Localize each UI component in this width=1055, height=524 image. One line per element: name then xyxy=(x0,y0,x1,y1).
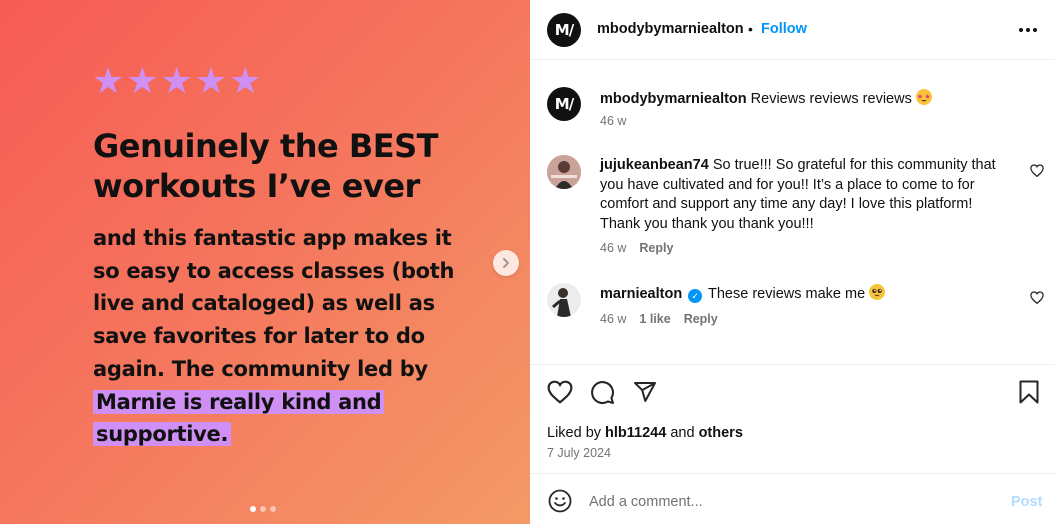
timestamp[interactable]: 46 w xyxy=(600,312,626,326)
caption-text: mbodybymarniealton Reviews reviews revie… xyxy=(600,89,1010,110)
comment-input[interactable]: Add a comment... xyxy=(589,494,703,510)
comment-text: jujukeanbean74 So true!!! So grateful fo… xyxy=(600,156,1010,234)
like-comment-heart-icon[interactable] xyxy=(1030,164,1044,177)
headline-line: Genuinely the BEST xyxy=(93,127,439,165)
star-icon: ★ xyxy=(160,61,193,102)
star-icon: ★ xyxy=(92,61,125,102)
follow-button[interactable]: Follow xyxy=(761,21,807,37)
review-highlight-line: Marnie is really kind and xyxy=(93,386,493,419)
author-username[interactable]: mbodybymarniealton xyxy=(597,21,744,37)
review-line: so easy to access classes (both xyxy=(93,258,455,283)
review-line: save favorites for later to do xyxy=(93,324,425,349)
more-horizontal-icon[interactable] xyxy=(1019,28,1037,32)
timestamp[interactable]: 46 w xyxy=(600,114,626,128)
add-comment-bar: Add a comment... Post xyxy=(530,473,1055,524)
liked-by-and: and xyxy=(670,425,695,441)
star-icon: ★ xyxy=(194,61,228,102)
review-line: again. The community led by xyxy=(93,356,428,381)
headline-line: workouts I’ve ever xyxy=(93,167,420,205)
star-struck-emoji-icon xyxy=(915,89,932,105)
rating-stars: ★ ★ ★ ★ ★ xyxy=(92,64,261,100)
caption-meta: 46 w xyxy=(600,114,626,128)
comment-meta: 46 w Reply xyxy=(600,241,673,255)
review-line: live and cataloged) as well as xyxy=(93,291,435,316)
timestamp[interactable]: 46 w xyxy=(600,241,626,255)
post-media: ★ ★ ★ ★ ★ Genuinely the BEST workouts I’… xyxy=(0,0,530,524)
chevron-right-icon xyxy=(503,258,509,268)
review-highlight-line: supportive. xyxy=(93,418,493,451)
avatar[interactable] xyxy=(547,155,581,189)
carousel-indicator xyxy=(250,506,276,512)
comment-line: Thank you thank you thank you!!! xyxy=(600,215,814,232)
share-send-icon[interactable] xyxy=(633,380,657,404)
post-side-panel: M/ mbodybymarniealton • Follow M/ mbodyb… xyxy=(530,0,1055,524)
star-icon: ★ xyxy=(229,61,262,102)
liked-by-prefix: Liked by xyxy=(547,425,602,441)
comment-line: So true!!! So grateful for this communit… xyxy=(712,157,996,173)
review-body: and this fantastic app makes it so easy … xyxy=(93,222,493,451)
comment-bubble-icon[interactable] xyxy=(590,380,615,405)
comment-line: comfort and support any time any day! I … xyxy=(600,196,973,212)
caption-body: Reviews reviews reviews xyxy=(750,91,912,107)
carousel-dot xyxy=(260,506,266,512)
liked-by-summary: Liked by hlb11244 and others xyxy=(547,425,743,441)
pleading-face-emoji-icon xyxy=(869,284,886,300)
post-actions: Liked by hlb11244 and others 7 July 2024 xyxy=(530,364,1055,472)
liked-by-username[interactable]: hlb11244 xyxy=(605,425,666,441)
separator-dot: • xyxy=(748,21,753,37)
review-headline: Genuinely the BEST workouts I’ve ever xyxy=(93,126,513,206)
post-header: M/ mbodybymarniealton • Follow xyxy=(530,0,1055,60)
post-date[interactable]: 7 July 2024 xyxy=(547,446,611,460)
carousel-dot xyxy=(250,506,256,512)
comment-line: These reviews make me xyxy=(708,286,866,302)
caption-username[interactable]: mbodybymarniealton xyxy=(600,91,747,107)
avatar[interactable] xyxy=(547,283,581,317)
post-comment-button[interactable]: Post xyxy=(1011,494,1042,510)
avatar[interactable]: M/ xyxy=(547,87,581,121)
emoji-smiley-icon[interactable] xyxy=(548,489,572,513)
comment-username[interactable]: marniealton xyxy=(600,286,682,302)
like-comment-heart-icon[interactable] xyxy=(1030,291,1044,304)
review-line: and this fantastic app makes it xyxy=(93,226,452,250)
comment-text: marniealton ✓ These reviews make me xyxy=(600,284,1010,305)
comment-likes-count[interactable]: 1 like xyxy=(639,312,670,326)
comment-line: you have cultivated and for you!! It’s a… xyxy=(600,176,975,193)
highlighted-text: supportive. xyxy=(93,422,232,447)
avatar[interactable]: M/ xyxy=(547,13,581,47)
comment-username[interactable]: jujukeanbean74 xyxy=(600,157,709,173)
star-icon: ★ xyxy=(126,61,159,102)
reply-button[interactable]: Reply xyxy=(639,241,673,255)
comment-meta: 46 w 1 like Reply xyxy=(600,312,718,326)
highlighted-text: Marnie is really kind and xyxy=(93,389,385,414)
carousel-dot xyxy=(270,506,276,512)
reply-button[interactable]: Reply xyxy=(684,312,718,326)
liked-by-others-link[interactable]: others xyxy=(699,425,743,441)
verified-badge-icon: ✓ xyxy=(688,289,703,303)
bookmark-save-icon[interactable] xyxy=(1019,380,1039,404)
carousel-next-button[interactable] xyxy=(493,250,519,276)
like-heart-icon[interactable] xyxy=(547,380,573,404)
